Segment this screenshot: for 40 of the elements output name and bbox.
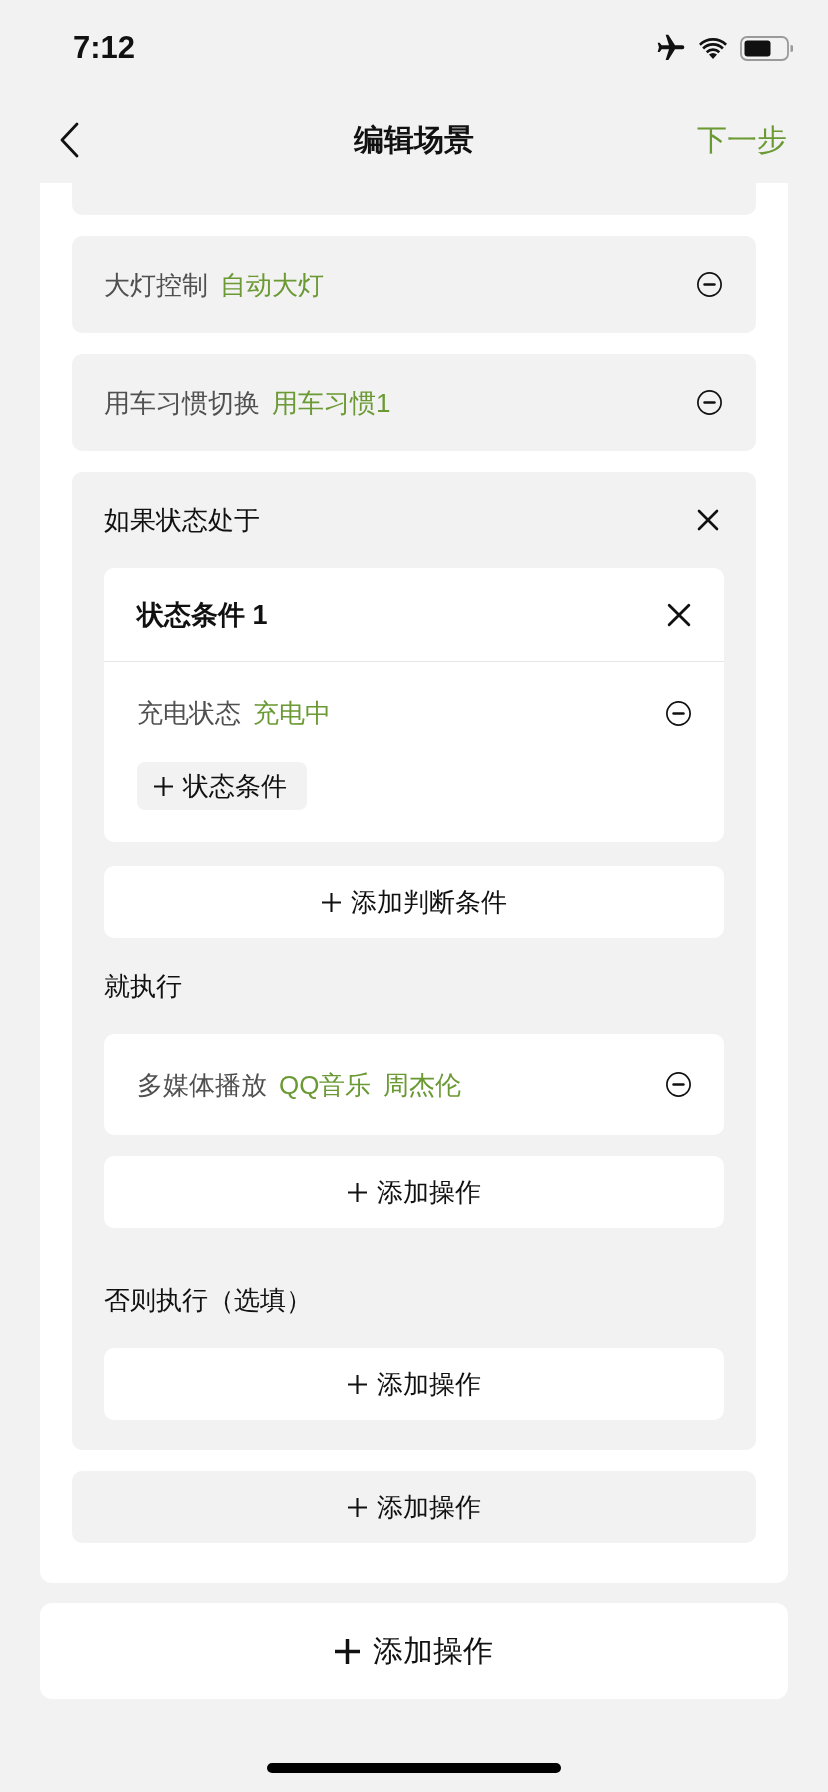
action-value: 用车习惯1 xyxy=(272,386,391,420)
action-row[interactable]: 用车习惯切换 用车习惯1 xyxy=(72,354,756,451)
section-title: 就执行 xyxy=(104,970,183,1003)
plus-icon xyxy=(347,1497,367,1517)
condition-value: 充电中 xyxy=(253,697,331,730)
state-condition-title: 状态条件 1 xyxy=(137,598,268,632)
action-row[interactable]: 大灯控制 自动大灯 xyxy=(72,236,756,333)
add-action-button[interactable]: 添加操作 xyxy=(40,1603,788,1699)
action-value: 自动大灯 xyxy=(220,268,324,302)
plus-icon xyxy=(347,1182,367,1202)
plus-icon xyxy=(335,1638,360,1664)
action-label: 多媒体播放 xyxy=(137,1068,267,1102)
minus-circle-icon[interactable] xyxy=(697,272,722,297)
back-chevron-icon[interactable] xyxy=(59,121,79,158)
add-condition-button[interactable]: 添加判断条件 xyxy=(104,866,724,938)
airplane-icon xyxy=(656,34,686,62)
action-value: 周杰伦 xyxy=(383,1068,462,1102)
battery-icon xyxy=(740,35,793,61)
close-icon[interactable] xyxy=(697,509,719,531)
minus-circle-icon[interactable] xyxy=(697,390,722,415)
action-value: QQ音乐 xyxy=(279,1068,372,1102)
action-label: 用车习惯切换 xyxy=(104,386,260,420)
add-action-button[interactable]: 添加操作 xyxy=(104,1348,724,1420)
condition-label: 充电状态 xyxy=(137,697,241,730)
action-label: 大灯控制 xyxy=(104,268,208,302)
plus-icon xyxy=(321,892,341,912)
page-title: 编辑场景 xyxy=(354,121,474,158)
add-action-button[interactable]: 添加操作 xyxy=(104,1156,724,1228)
status-time: 7:12 xyxy=(73,30,136,66)
action-row[interactable]: 多媒体播放 QQ音乐 周杰伦 xyxy=(104,1034,724,1135)
minus-circle-icon[interactable] xyxy=(666,1072,691,1097)
plus-icon xyxy=(347,1374,367,1394)
close-icon[interactable] xyxy=(667,602,691,627)
section-title: 否则执行（选填） xyxy=(104,1284,313,1317)
add-state-condition-button[interactable]: 状态条件 xyxy=(137,762,307,810)
condition-title: 如果状态处于 xyxy=(104,504,260,537)
add-action-button[interactable]: 添加操作 xyxy=(72,1471,756,1543)
wifi-icon xyxy=(699,37,727,59)
plus-icon xyxy=(154,776,173,796)
minus-circle-icon[interactable] xyxy=(666,700,691,726)
